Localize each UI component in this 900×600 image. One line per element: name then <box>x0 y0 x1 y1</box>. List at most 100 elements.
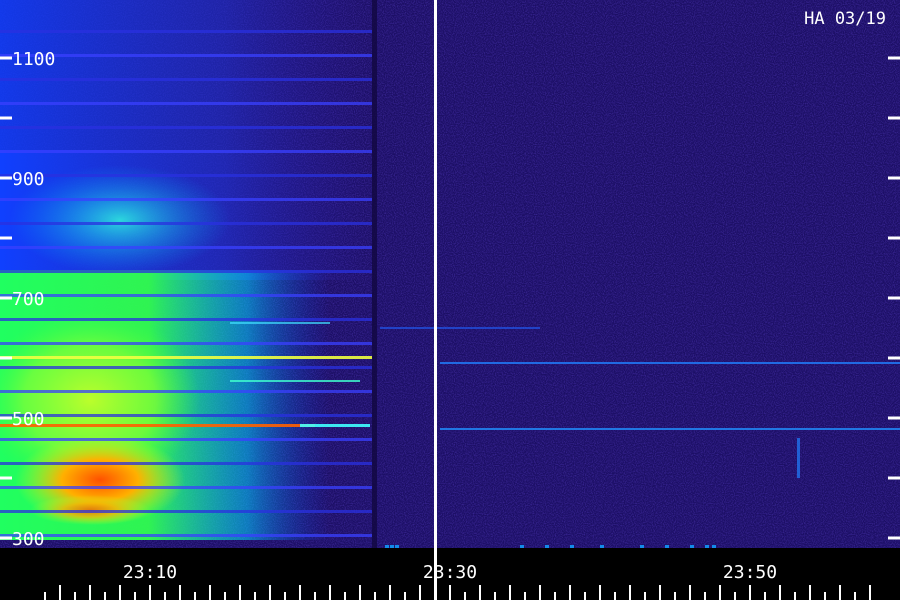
x-tick-major <box>719 585 721 600</box>
x-tick-minor <box>314 592 316 600</box>
burst-stripe <box>0 174 372 177</box>
y-tick-left <box>0 356 12 360</box>
x-tick-major <box>419 585 421 600</box>
x-tick-major <box>89 585 91 600</box>
x-tick-major <box>659 585 661 600</box>
burst-stripe <box>0 150 372 153</box>
y-tick-right <box>888 536 900 540</box>
x-tick-minor <box>194 592 196 600</box>
y-tick-left <box>0 296 12 300</box>
x-tick-minor <box>44 592 46 600</box>
y-tick-left <box>0 536 12 540</box>
faint-line <box>380 327 540 329</box>
x-tick-minor <box>854 592 856 600</box>
x-tick-minor <box>134 592 136 600</box>
x-tick-major <box>59 585 61 600</box>
y-tick-label: 900 <box>12 169 45 190</box>
x-tick-minor <box>374 592 376 600</box>
x-tick-minor <box>584 592 586 600</box>
x-tick-major <box>599 585 601 600</box>
x-tick-major <box>779 585 781 600</box>
x-tick-major <box>119 585 121 600</box>
x-tick-label: 23:30 <box>423 562 477 583</box>
x-tick-major <box>809 585 811 600</box>
burst-stripe <box>0 54 372 57</box>
x-tick-major <box>509 585 511 600</box>
burst-stripe <box>0 462 372 465</box>
x-tick-label: 23:10 <box>123 562 177 583</box>
x-tick-major <box>359 585 361 600</box>
y-tick-right <box>888 416 900 420</box>
burst-stripe <box>0 390 372 393</box>
x-tick-minor <box>494 592 496 600</box>
faint-spike <box>797 438 800 478</box>
x-tick-minor <box>614 592 616 600</box>
x-tick-minor <box>254 592 256 600</box>
x-tick-major <box>569 585 571 600</box>
x-tick-minor <box>164 592 166 600</box>
burst-stripe <box>0 510 372 513</box>
x-tick-minor <box>404 592 406 600</box>
x-tick-major <box>179 585 181 600</box>
burst-stripe <box>0 318 372 321</box>
burst-stripe <box>0 366 372 369</box>
x-tick-major <box>689 585 691 600</box>
data-gap <box>372 0 377 548</box>
x-tick-minor <box>224 592 226 600</box>
strong-line <box>300 424 370 427</box>
time-marker-line <box>434 0 437 600</box>
burst-stripe <box>0 246 372 249</box>
x-tick-major <box>629 585 631 600</box>
x-tick-major <box>209 585 211 600</box>
y-tick-right <box>888 236 900 240</box>
burst-stripe <box>0 342 372 345</box>
burst-stripe <box>0 198 372 201</box>
y-tick-right <box>888 296 900 300</box>
strong-line <box>230 322 330 324</box>
x-tick-major <box>329 585 331 600</box>
x-tick-minor <box>704 592 706 600</box>
x-tick-major <box>449 585 451 600</box>
spectrogram-chart: 23:10 23:30 23:50 300 500 700 900 1100 HA 03/1… <box>0 0 900 600</box>
burst-stripe <box>0 534 372 537</box>
x-tick-minor <box>74 592 76 600</box>
y-tick-left <box>0 116 12 120</box>
chart-title: HA 03/19 <box>804 9 886 29</box>
x-tick-major <box>539 585 541 600</box>
x-tick-major <box>149 585 151 600</box>
y-tick-label: 700 <box>12 289 45 310</box>
x-tick-minor <box>344 592 346 600</box>
x-tick-minor <box>644 592 646 600</box>
x-tick-minor <box>794 592 796 600</box>
y-tick-right <box>888 56 900 60</box>
x-tick-major <box>869 585 871 600</box>
burst-stripe <box>0 102 372 105</box>
burst-stripe <box>0 270 372 273</box>
x-tick-minor <box>464 592 466 600</box>
burst-stripe <box>0 30 372 33</box>
faint-line <box>440 362 900 364</box>
x-tick-label: 23:50 <box>723 562 777 583</box>
burst-stripe <box>0 78 372 81</box>
x-tick-minor <box>824 592 826 600</box>
burst-stripe <box>0 414 372 417</box>
x-tick-major <box>239 585 241 600</box>
x-tick-minor <box>734 592 736 600</box>
x-tick-minor <box>764 592 766 600</box>
burst-stripe <box>0 438 372 441</box>
x-tick-minor <box>284 592 286 600</box>
y-tick-label: 300 <box>12 529 45 550</box>
burst-stripe <box>0 126 372 129</box>
x-tick-minor <box>674 592 676 600</box>
x-tick-major <box>479 585 481 600</box>
y-tick-left <box>0 236 12 240</box>
y-tick-label: 1100 <box>12 49 55 70</box>
y-tick-right <box>888 356 900 360</box>
y-tick-left <box>0 416 12 420</box>
y-tick-left <box>0 476 12 480</box>
x-tick-major <box>389 585 391 600</box>
strong-line <box>0 356 372 359</box>
strong-line <box>230 380 360 382</box>
strong-line <box>0 424 315 427</box>
y-tick-right <box>888 176 900 180</box>
